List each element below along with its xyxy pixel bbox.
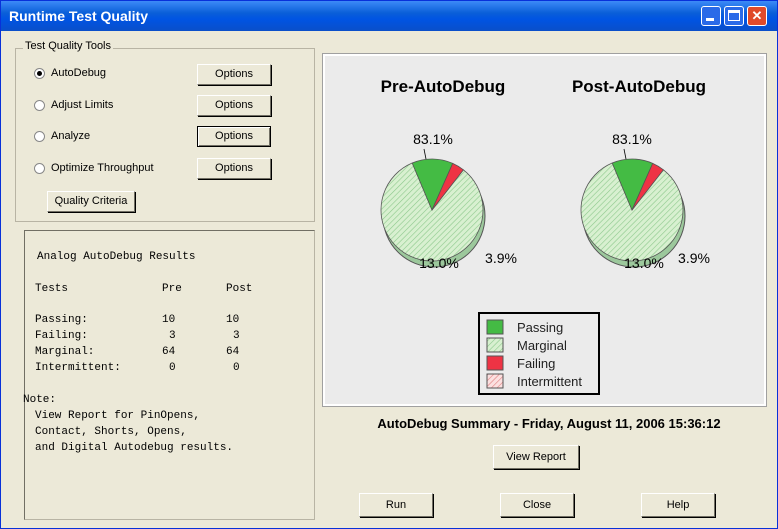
radio-icon[interactable] — [34, 130, 45, 142]
leader-line — [423, 148, 427, 160]
note-line: and Digital Autodebug results. — [35, 442, 234, 454]
row-pre: 0 — [169, 362, 176, 374]
radio-label: Adjust Limits — [51, 99, 114, 111]
autodebug-summary: AutoDebug Summary - Friday, August 11, 2… — [377, 416, 721, 431]
chart-panel: Pre-AutoDebug Post-AutoDebug 83.1% 13.0%… — [322, 53, 767, 407]
minimize-icon — [706, 18, 714, 21]
row-name: Failing: — [35, 330, 88, 342]
radio-icon[interactable] — [34, 99, 45, 111]
row-post: 10 — [226, 314, 240, 326]
pre-marginal-label: 83.1% — [413, 131, 453, 147]
legend-label-marginal: Marginal — [517, 338, 567, 353]
maximize-icon — [728, 10, 740, 21]
pre-passing-label: 13.0% — [419, 255, 459, 271]
radio-label: AutoDebug — [51, 67, 107, 79]
help-button[interactable]: Help — [641, 493, 715, 517]
group-legend: Test Quality Tools — [23, 40, 114, 52]
row-name: Passing: — [35, 314, 88, 326]
legend-swatch-failing — [486, 355, 504, 371]
radio-adjust-limits[interactable]: Adjust Limits — [34, 99, 113, 111]
radio-icon[interactable] — [34, 67, 45, 79]
runtime-test-quality-window: Runtime Test Quality ✕ Test Quality Tool… — [0, 0, 778, 529]
pre-chart-title: Pre-AutoDebug — [381, 77, 506, 96]
post-chart-title: Post-AutoDebug — [572, 77, 706, 96]
title-bar[interactable]: Runtime Test Quality ✕ — [1, 1, 777, 31]
note-label: Note: — [23, 394, 57, 406]
maximize-button[interactable] — [724, 6, 744, 26]
row-post: 64 — [226, 346, 240, 358]
legend-label-intermittent: Intermittent — [517, 374, 582, 389]
adjust-limits-options-button[interactable]: Options — [197, 95, 271, 116]
note-line: View Report for PinOpens, — [35, 410, 201, 422]
view-report-button[interactable]: View Report — [493, 445, 579, 469]
window-title: Runtime Test Quality — [9, 8, 148, 24]
post-passing-label: 13.0% — [624, 255, 664, 271]
legend-swatch-intermittent — [486, 373, 504, 389]
row-post: 3 — [233, 330, 240, 342]
radio-icon[interactable] — [34, 162, 45, 174]
post-autodebug-pie — [580, 148, 686, 268]
autodebug-options-button[interactable]: Options — [197, 64, 271, 85]
note-line: Contact, Shorts, Opens, — [35, 426, 187, 438]
radio-optimize-throughput[interactable]: Optimize Throughput — [34, 162, 154, 174]
pie-charts: Pre-AutoDebug Post-AutoDebug 83.1% 13.0%… — [380, 77, 710, 395]
row-post: 0 — [233, 362, 240, 374]
legend-swatch-marginal — [486, 337, 504, 353]
radio-label: Analyze — [51, 130, 91, 142]
post-failing-label: 3.9% — [678, 250, 710, 266]
close-button[interactable]: Close — [500, 493, 574, 517]
legend-label-failing: Failing — [517, 356, 555, 371]
row-pre: 64 — [162, 346, 176, 358]
row-name: Intermittent: — [35, 362, 121, 374]
close-window-button[interactable]: ✕ — [747, 6, 767, 26]
run-button[interactable]: Run — [359, 493, 433, 517]
row-pre: 3 — [169, 330, 176, 342]
autodebug-results-panel: Analog AutoDebug Results Tests Pre Post … — [23, 230, 315, 520]
radio-analyze[interactable]: Analyze — [34, 130, 90, 142]
post-marginal-label: 83.1% — [612, 131, 652, 147]
quality-criteria-button[interactable]: Quality Criteria — [47, 191, 135, 212]
pre-failing-label: 3.9% — [485, 250, 517, 266]
column-header-post: Post — [226, 283, 253, 295]
pre-autodebug-pie — [380, 148, 486, 268]
results-heading: Analog AutoDebug Results — [37, 251, 196, 263]
close-icon: ✕ — [751, 8, 763, 23]
column-header-pre: Pre — [162, 283, 182, 295]
radio-label: Optimize Throughput — [51, 162, 154, 174]
analyze-options-button[interactable]: Options — [197, 126, 271, 147]
minimize-button[interactable] — [701, 6, 721, 26]
row-name: Marginal: — [35, 346, 95, 358]
row-pre: 10 — [162, 314, 176, 326]
leader-line — [623, 148, 627, 160]
legend-swatch-passing — [486, 319, 504, 335]
legend-label-passing: Passing — [517, 320, 563, 335]
column-header-tests: Tests — [35, 283, 69, 295]
radio-autodebug[interactable]: AutoDebug — [34, 67, 106, 79]
optimize-options-button[interactable]: Options — [197, 158, 271, 179]
